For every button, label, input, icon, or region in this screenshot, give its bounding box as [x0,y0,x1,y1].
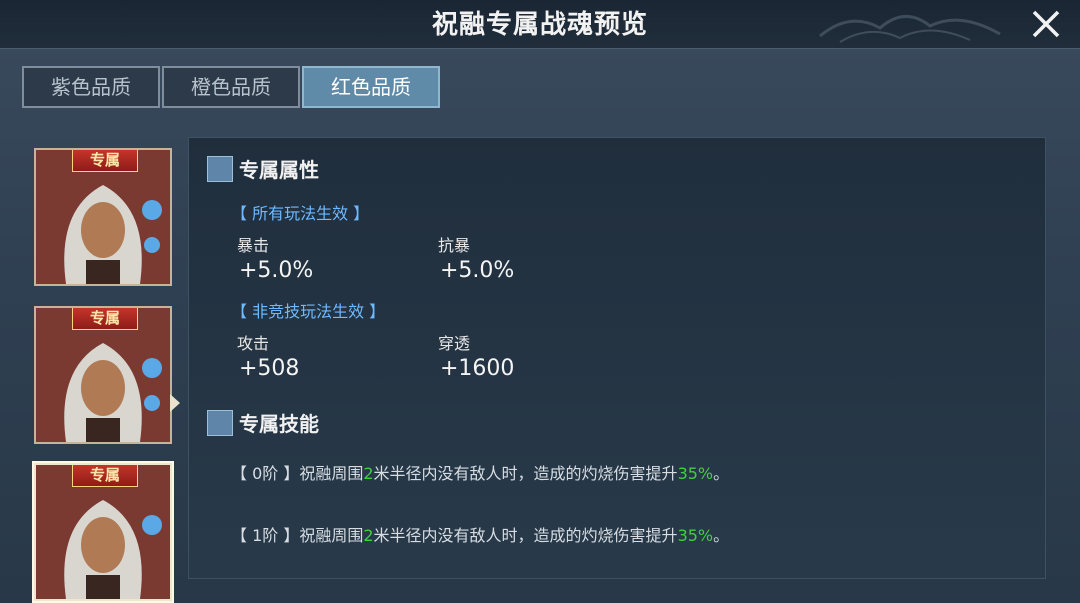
close-icon[interactable] [1026,4,1066,44]
war-soul-card-selected[interactable]: 专属 [34,463,172,601]
tab-orange-quality[interactable]: 橙色品质 [162,66,300,108]
skill-text: 。 [713,526,730,545]
war-soul-card[interactable]: 专属 [34,148,172,286]
layers-icon [207,410,233,436]
skill-highlight: 35% [677,464,714,483]
stat-name: 抗暴 [438,236,471,255]
skill-text: 【 1阶 】祝融周围 [231,526,364,545]
exclusive-badge: 专属 [72,308,138,330]
skill-text: 米半径内没有敌人时，造成的灼烧伤害提升 [373,526,678,545]
tab-red-quality[interactable]: 红色品质 [302,66,440,108]
skill-highlight: 2 [363,526,374,545]
selection-arrow-icon [170,394,180,412]
skill-description: 【 0阶 】祝融周围2米半径内没有敌人时，造成的灼烧伤害提升35%。 [231,460,729,484]
section-title: 专属技能 [239,412,319,436]
stat-name: 暴击 [237,236,270,255]
exclusive-badge: 专属 [72,150,138,172]
exclusive-badge: 专属 [72,465,138,487]
stat-value: +5.0% [239,258,314,283]
war-soul-list: 专属 专属 专属 [22,130,182,603]
detail-panel: 专属属性 【 所有玩法生效 】 暴击 +5.0% 抗暴 +5.0% 【 非竞技玩… [188,137,1046,579]
stat-value: +508 [239,356,300,381]
skill-text: 米半径内没有敌人时，造成的灼烧伤害提升 [373,464,678,483]
window-title: 祝融专属战魂预览 [431,10,648,40]
skill-highlight: 35% [677,526,714,545]
stat-value: +1600 [440,356,515,381]
skill-text: 【 0阶 】祝融周围 [231,464,364,483]
stat-name: 穿透 [438,334,471,353]
preview-window: 祝融专属战魂预览 紫色品质 橙色品质 红色品质 专属 专属 专属 专属属性 【 … [0,0,1080,603]
stat-name: 攻击 [237,334,270,353]
stat-value: +5.0% [440,258,515,283]
tab-purple-quality[interactable]: 紫色品质 [22,66,160,108]
war-soul-card[interactable]: 专属 [34,306,172,444]
scope-label: 【 非竞技玩法生效 】 [231,302,386,321]
layers-icon [207,156,233,182]
section-title: 专属属性 [239,158,319,182]
title-bar: 祝融专属战魂预览 [0,0,1080,49]
skill-text: 。 [713,464,730,483]
skill-highlight: 2 [363,464,374,483]
scope-label: 【 所有玩法生效 】 [231,204,370,223]
skill-description: 【 1阶 】祝融周围2米半径内没有敌人时，造成的灼烧伤害提升35%。 [231,522,729,546]
